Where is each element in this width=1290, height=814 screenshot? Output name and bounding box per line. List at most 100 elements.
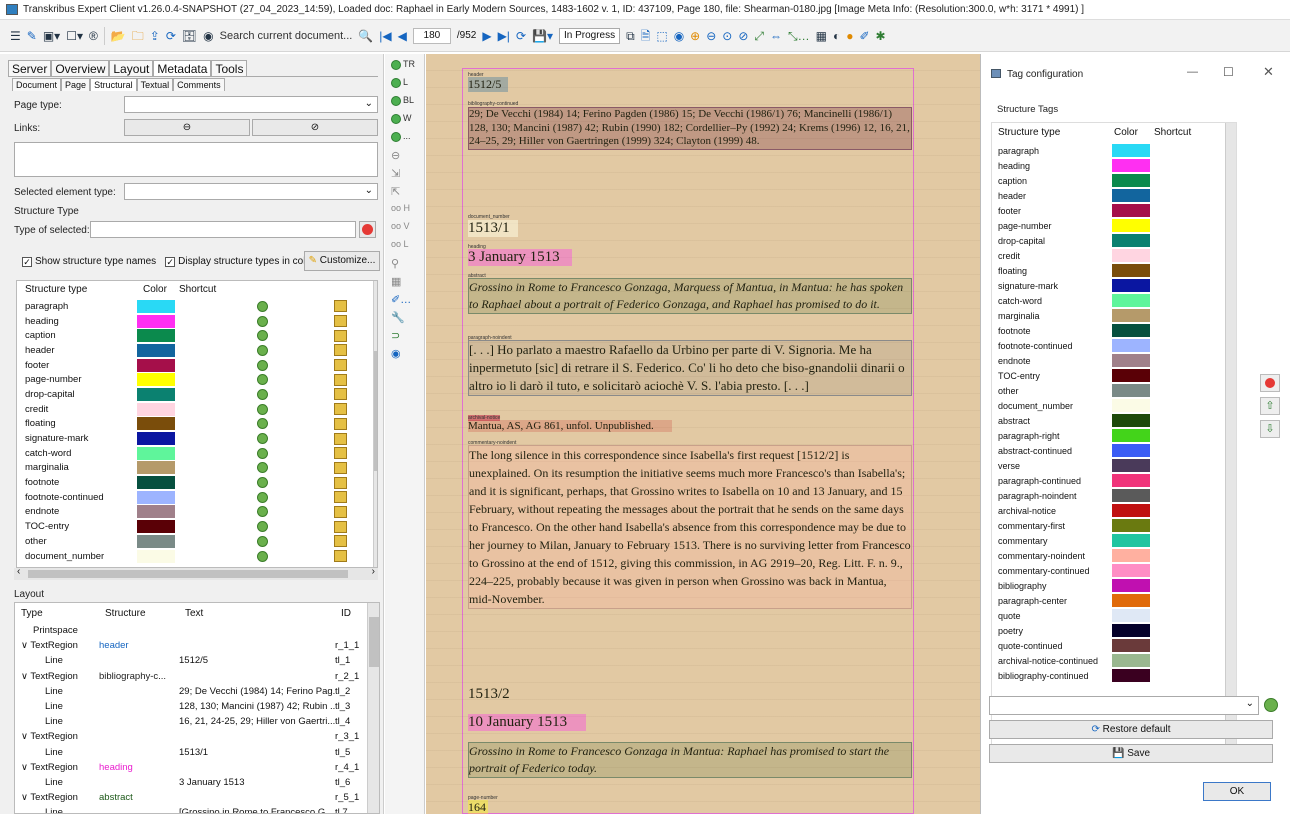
add-shortcut-icon[interactable] [257, 418, 268, 430]
merge-icon[interactable]: ⇲ [391, 167, 400, 180]
tag-row[interactable]: verse [992, 458, 1236, 473]
refresh-icon[interactable]: ⟳ [166, 29, 176, 43]
tag-color-swatch[interactable] [1112, 279, 1150, 292]
tag-color-swatch[interactable] [1112, 669, 1150, 682]
tag-color-swatch[interactable] [1112, 564, 1150, 577]
layout-row[interactable]: ∨ TextRegion heading r_4_1 [15, 760, 375, 775]
display-colors-checkbox[interactable]: ✓ [165, 256, 176, 267]
add-shortcut-icon[interactable] [257, 521, 268, 533]
folder-open-icon[interactable]: 📂 [111, 29, 126, 43]
tag-row[interactable]: drop-capital [992, 233, 1236, 248]
structure-type-row[interactable]: footnote [17, 475, 377, 490]
heading-2-text[interactable]: 10 January 1513 [468, 714, 586, 731]
pen-icon[interactable]: ✎ [27, 29, 37, 43]
add-shortcut-icon[interactable] [257, 477, 268, 489]
add-word[interactable]: W [391, 113, 412, 124]
ok-button[interactable]: OK [1203, 782, 1271, 801]
folder-image-icon[interactable]: 🗀 [132, 29, 144, 43]
layout-row[interactable]: ∨ TextRegion header r_1_1 [15, 638, 375, 653]
tag-row[interactable]: TOC-entry [992, 368, 1236, 383]
scroll-left-icon[interactable]: ‹ [17, 566, 20, 577]
add-shortcut-icon[interactable] [257, 403, 268, 415]
tag-row[interactable]: endnote [992, 353, 1236, 368]
new-tag-select[interactable]: ⌄ [989, 696, 1259, 715]
structure-type-row[interactable]: header [17, 343, 377, 358]
edit-icon[interactable] [334, 329, 347, 342]
tag-color-swatch[interactable] [1112, 534, 1150, 547]
edit-icon[interactable] [334, 373, 347, 386]
tag-color-swatch[interactable] [1112, 234, 1150, 247]
add-shortcut-icon[interactable] [257, 462, 268, 474]
upload-icon[interactable]: ⇪ [150, 29, 160, 43]
tag-color-swatch[interactable] [1112, 144, 1150, 157]
tag-row[interactable]: bibliography [992, 578, 1236, 593]
color-swatch[interactable] [137, 549, 175, 563]
add-baseline[interactable]: BL [391, 95, 414, 106]
links-list[interactable] [14, 142, 378, 177]
edit-icon[interactable] [334, 359, 347, 372]
edit-icon[interactable] [334, 520, 347, 533]
page-type-select[interactable]: ⌄ [124, 96, 378, 113]
tag-row[interactable]: credit [992, 248, 1236, 263]
tag-row[interactable]: page-number [992, 218, 1236, 233]
tag-row[interactable]: document_number [992, 398, 1236, 413]
search-icon[interactable]: 🔍 [358, 29, 373, 43]
tag-color-swatch[interactable] [1112, 444, 1150, 457]
remove-icon[interactable]: ⊖ [391, 149, 400, 162]
structure-type-row[interactable]: page-number [17, 372, 377, 387]
tag-color-swatch[interactable] [1112, 609, 1150, 622]
add-shortcut-icon[interactable] [257, 550, 268, 562]
person-icon[interactable]: ⚲ [391, 257, 399, 270]
tag-row[interactable]: commentary-first [992, 518, 1236, 533]
color-swatch[interactable] [137, 446, 175, 460]
show-names-option[interactable]: ✓ Show structure type names ✓ Display st… [22, 256, 314, 267]
remove-tag-button[interactable] [1260, 374, 1280, 392]
tag-color-swatch[interactable] [1112, 504, 1150, 517]
close-icon[interactable]: ✕ [1263, 64, 1274, 80]
tab-overview[interactable]: Overview [51, 60, 110, 77]
layout-row[interactable]: Line [Grossino in Rome to Francesco G... t… [15, 805, 375, 813]
add-line[interactable]: L [391, 77, 408, 88]
move-up-button[interactable]: ⇧ [1260, 397, 1280, 415]
structure-type-row[interactable]: marginalia [17, 461, 377, 476]
cursor-icon[interactable]: ⬚ [656, 29, 667, 43]
tag-row[interactable]: paragraph-right [992, 428, 1236, 443]
structure-type-row[interactable]: caption [17, 328, 377, 343]
edit-icon[interactable] [334, 315, 347, 328]
tag-color-swatch[interactable] [1112, 189, 1150, 202]
tag-row[interactable]: caption [992, 173, 1236, 188]
tag-color-swatch[interactable] [1112, 519, 1150, 532]
tag-scrollbar[interactable] [1225, 123, 1236, 751]
clear-type-button[interactable] [359, 221, 376, 238]
tag-row[interactable]: quote [992, 608, 1236, 623]
subtab-document[interactable]: Document [12, 78, 62, 91]
add-shortcut-icon[interactable] [257, 300, 268, 312]
save-button[interactable]: 💾 Save [989, 744, 1273, 763]
tag-row[interactable]: header [992, 188, 1236, 203]
add-shortcut-icon[interactable] [257, 388, 268, 400]
minimize-icon[interactable]: — [1187, 66, 1198, 78]
tag-row[interactable]: archival-notice [992, 503, 1236, 518]
split-icon[interactable]: ⇱ [391, 185, 400, 198]
copy-icon[interactable]: ⧉ [626, 29, 635, 43]
tag-row[interactable]: commentary [992, 533, 1236, 548]
help-icon[interactable]: ® [89, 29, 98, 43]
layout-row[interactable]: Line 128, 130; Mancini (1987) 42; Rubin .… [15, 699, 375, 714]
magnet-icon[interactable]: ⊃ [391, 329, 400, 342]
structure-type-row[interactable]: footer [17, 358, 377, 373]
next-page-icon[interactable]: ▶ [482, 29, 491, 43]
fit-icon[interactable]: ⤢ [754, 29, 764, 43]
add-tag-button[interactable] [1264, 698, 1278, 712]
structure-type-row[interactable]: floating [17, 417, 377, 432]
tag-color-swatch[interactable] [1112, 594, 1150, 607]
tag-color-swatch[interactable] [1112, 474, 1150, 487]
grid-icon[interactable]: ▦ [391, 275, 401, 288]
color-swatch[interactable] [137, 476, 175, 490]
zoom-fit-icon[interactable]: ⊙ [722, 29, 732, 43]
tag-color-swatch[interactable] [1112, 339, 1150, 352]
color-swatch[interactable] [137, 490, 175, 504]
layout-row[interactable]: Line 1513/1 tl_5 [15, 745, 375, 760]
tab-server[interactable]: Server [8, 60, 52, 77]
tag-color-swatch[interactable] [1112, 654, 1150, 667]
selected-element-type-select[interactable]: ⌄ [124, 183, 378, 200]
